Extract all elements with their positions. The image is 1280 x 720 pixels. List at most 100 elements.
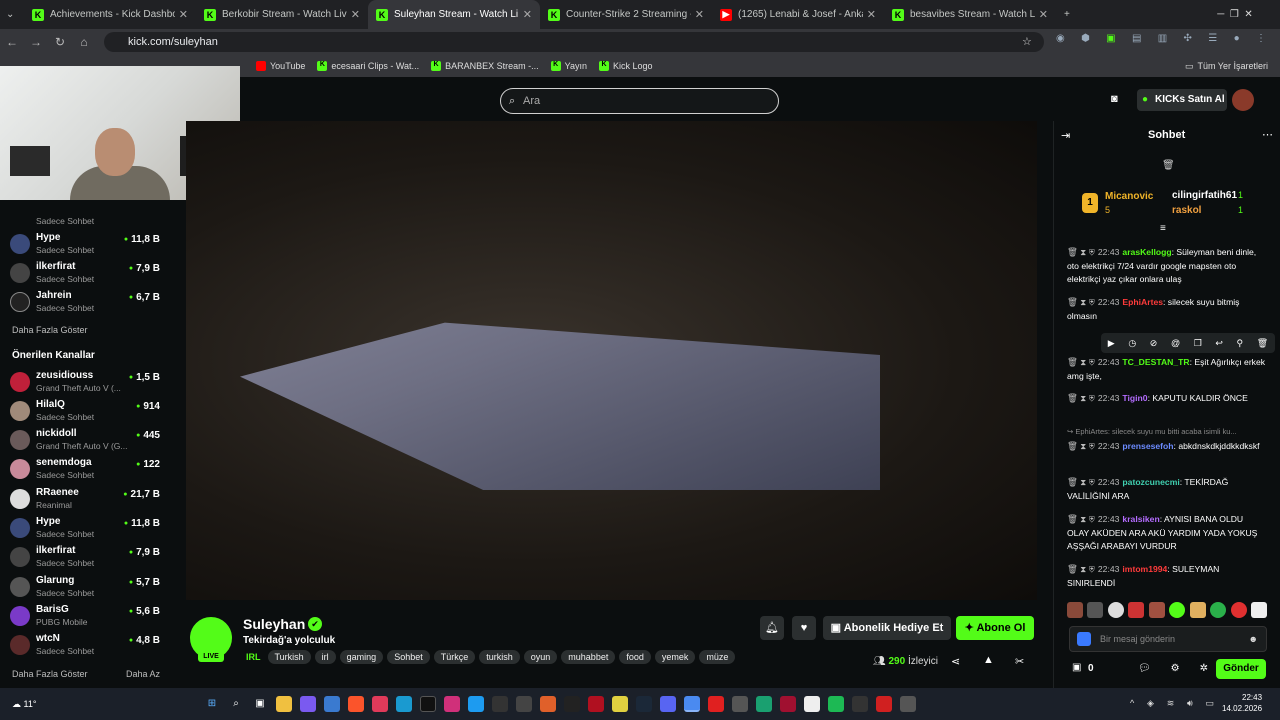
mod-icons[interactable]: 🗑︎ ⧗ ⛨: [1067, 247, 1095, 257]
timeout-icon[interactable]: ◷: [1128, 338, 1136, 349]
copilot-icon[interactable]: [300, 696, 316, 712]
app-icon[interactable]: [780, 696, 796, 712]
steam-icon[interactable]: [636, 696, 652, 712]
profile-icon[interactable]: ●: [1234, 33, 1240, 49]
tag[interactable]: yemek: [654, 650, 696, 664]
app-icon[interactable]: [588, 696, 604, 712]
close-icon[interactable]: ✕: [523, 8, 532, 21]
file-explorer-icon[interactable]: [276, 696, 292, 712]
edge-icon[interactable]: [396, 696, 412, 712]
gifter-name[interactable]: raskol: [1172, 205, 1201, 216]
show-less-link[interactable]: Daha Az: [126, 669, 160, 679]
tag[interactable]: food: [619, 650, 651, 664]
mod-icons[interactable]: 🗑︎ ⧗ ⛨: [1067, 441, 1095, 451]
app-icon[interactable]: [492, 696, 508, 712]
clip-icon[interactable]: ✂: [1015, 655, 1024, 668]
media-icon[interactable]: ☰: [1208, 33, 1217, 49]
search-input[interactable]: ⌕ Ara: [500, 88, 779, 114]
category-link[interactable]: IRL: [243, 650, 264, 664]
browser-tab[interactable]: KAchievements - Kick Dashboard✕: [24, 0, 196, 29]
sidebar-channel-item[interactable]: HilalQSadece Sohbet914: [10, 397, 160, 426]
emote[interactable]: [1128, 602, 1145, 618]
tag[interactable]: Türkçe: [433, 650, 476, 664]
browser-tab[interactable]: ▶ (1265) Lenabi & Josef - Ankara ✕: [712, 0, 884, 29]
kicks-icon[interactable]: ◙: [1111, 93, 1118, 105]
youtube-icon[interactable]: [708, 696, 724, 712]
extensions-toolbar[interactable]: ◉ ⬢ ▣ ▤ ▥ ✣ ☰ ● ⋮: [1056, 33, 1266, 49]
url-input[interactable]: kick.com/suleyhan: [104, 32, 1044, 52]
mod-icons[interactable]: 🗑︎ ⧗ ⛨: [1067, 477, 1095, 487]
sidebar-channel-item[interactable]: RRaeneeReanimal21,7 B: [10, 485, 160, 514]
chat-menu-icon[interactable]: ⋯: [1262, 128, 1273, 141]
sidebar-channel-item[interactable]: GlarungSadece Sohbet5,7 B: [10, 573, 160, 602]
notification-bell-button[interactable]: 🔔︎: [760, 616, 784, 640]
emote[interactable]: [1087, 602, 1104, 618]
window-controls[interactable]: ─ ❐ ✕: [1190, 0, 1280, 29]
share-icon[interactable]: ⋖: [951, 655, 960, 668]
user-avatar[interactable]: [1232, 89, 1254, 111]
clock[interactable]: 22:43 14.02.2026: [1222, 692, 1262, 714]
home-icon[interactable]: ⌂: [72, 35, 96, 49]
chat-message-input[interactable]: Bir mesaj gönderin ☻: [1069, 626, 1267, 652]
app-icon[interactable]: [612, 696, 628, 712]
app-icon[interactable]: [900, 696, 916, 712]
emoji-icon[interactable]: ☻: [1249, 627, 1258, 651]
tab-search-icon[interactable]: ⌄: [0, 0, 24, 29]
mod-icons[interactable]: 🗑︎ ⧗ ⛨: [1067, 297, 1095, 307]
emote[interactable]: [1189, 602, 1206, 618]
chat-users-icon[interactable]: 💬︎: [1138, 663, 1151, 674]
close-icon[interactable]: ✕: [867, 8, 876, 21]
browser-tab-active[interactable]: K Suleyhan Stream - Watch Li ✕: [368, 0, 540, 29]
app-icon[interactable]: [852, 696, 868, 712]
sidebar-channel-item[interactable]: ilkerfiratSadece Sohbet7,9 B: [10, 259, 160, 288]
sidebar-channel-item[interactable]: nickidollGrand Theft Auto V (G...445: [10, 426, 160, 455]
extension-icon[interactable]: ▣: [1106, 33, 1115, 49]
reload-icon[interactable]: ↻: [48, 35, 72, 49]
play-icon[interactable]: ▶: [1108, 338, 1115, 349]
chrome-icon[interactable]: [684, 696, 700, 712]
opera-icon[interactable]: [876, 696, 892, 712]
wifi-icon[interactable]: ≋: [1167, 698, 1175, 709]
points-icon[interactable]: ▣: [1072, 662, 1081, 673]
copy-icon[interactable]: ❐: [1194, 338, 1202, 349]
chatgpt-icon[interactable]: [732, 696, 748, 712]
close-icon[interactable]: ✕: [1039, 8, 1048, 21]
buy-kicks-button[interactable]: ● KICKs Satın Al: [1137, 89, 1227, 111]
bookmark-item[interactable]: K BARANBEX Stream -...: [431, 61, 539, 71]
emote[interactable]: [1107, 602, 1124, 618]
yandex-icon[interactable]: [804, 696, 820, 712]
extension-icon[interactable]: ⬢: [1081, 33, 1090, 49]
forward-icon[interactable]: →: [24, 35, 48, 49]
browser-tab[interactable]: K Counter-Strike 2 Streaming - Li ✕: [540, 0, 712, 29]
chevron-up-icon[interactable]: ^: [1130, 698, 1134, 709]
brave-icon[interactable]: [348, 696, 364, 712]
sidebar-channel-item[interactable]: HypeSadece Sohbet11,8 B: [10, 514, 160, 543]
start-icon[interactable]: ⊞: [204, 696, 220, 712]
volume-icon[interactable]: 🔊︎: [1187, 698, 1193, 709]
epic-games-icon[interactable]: [564, 696, 580, 712]
pin-icon[interactable]: ⚲: [1237, 338, 1244, 349]
ban-icon[interactable]: ⊘: [1150, 338, 1158, 349]
twitter-icon[interactable]: [468, 696, 484, 712]
sidebar-channel-item[interactable]: JahreinSadece Sohbet6,7 B: [10, 288, 160, 317]
browser-tab[interactable]: Kbesavibes Stream - Watch Live ✕: [884, 0, 1056, 29]
sidebar-channel-item[interactable]: zeusidioussGrand Theft Auto V (...1,5 B: [10, 368, 160, 397]
emote[interactable]: [1210, 602, 1227, 618]
show-more-link[interactable]: Daha Fazla Göster: [12, 669, 88, 679]
close-icon[interactable]: ✕: [695, 8, 704, 21]
emote[interactable]: [1067, 602, 1083, 618]
mod-icons[interactable]: 🗑︎ ⧗ ⛨: [1067, 357, 1095, 367]
discord-icon[interactable]: [660, 696, 676, 712]
app-icon[interactable]: [516, 696, 532, 712]
gift-icon[interactable]: ✲: [1200, 663, 1208, 674]
bookmark-item[interactable]: K Yayın: [550, 61, 587, 71]
gift-sub-button[interactable]: ▣ Abonelik Hediye Et: [823, 616, 951, 640]
follow-heart-button[interactable]: ♥: [792, 616, 816, 640]
pinned-toggle-icon[interactable]: ≡: [1160, 223, 1166, 234]
emote[interactable]: [1148, 602, 1165, 618]
tag[interactable]: Turkish: [267, 650, 311, 664]
tag[interactable]: Sohbet: [387, 650, 430, 664]
sidebar-channel-item[interactable]: BarisGPUBG Mobile5,6 B: [10, 602, 160, 631]
menu-icon[interactable]: ⋮: [1256, 33, 1266, 49]
send-button[interactable]: Gönder: [1216, 659, 1266, 679]
